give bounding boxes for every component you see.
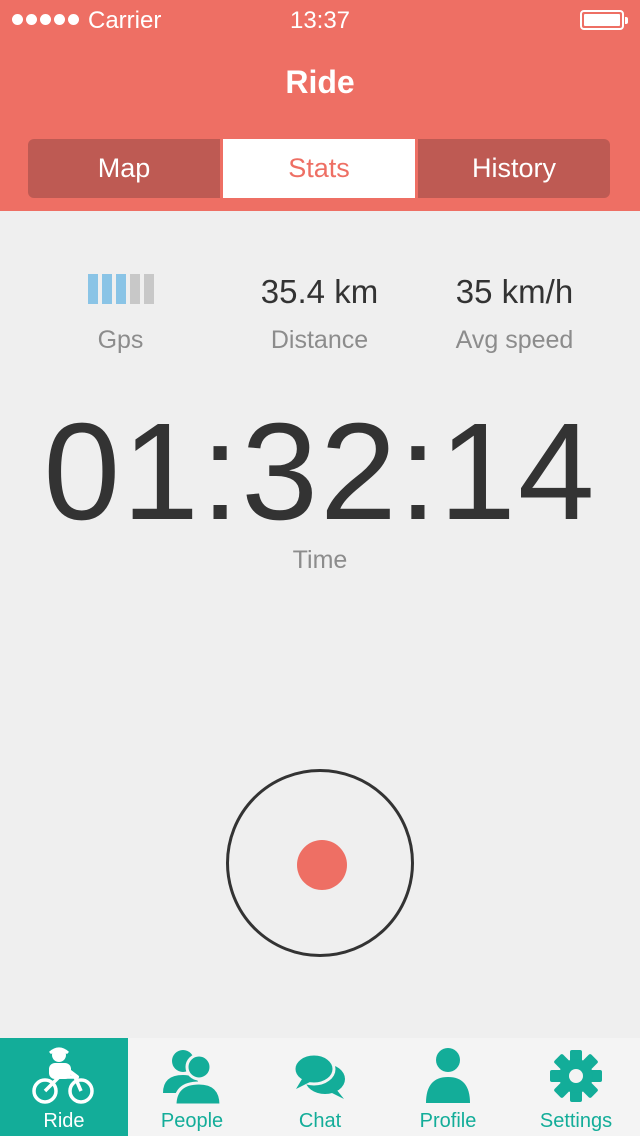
tab-settings[interactable]: Settings bbox=[512, 1038, 640, 1136]
view-segmented-control: Map Stats History bbox=[28, 139, 610, 198]
tab-profile-label: Profile bbox=[419, 1110, 477, 1132]
timer-label: Time bbox=[292, 546, 348, 574]
chat-icon bbox=[292, 1046, 348, 1106]
gear-icon bbox=[549, 1046, 603, 1106]
speed-stat: 35 km/h Avg speed bbox=[408, 268, 621, 355]
people-icon bbox=[161, 1046, 223, 1106]
header: Carrier 13:37 Ride Map Stats History bbox=[0, 0, 640, 211]
cyclist-icon bbox=[31, 1046, 97, 1106]
page-title: Ride bbox=[285, 64, 355, 100]
status-time: 13:37 bbox=[289, 7, 351, 34]
distance-stat: 35.4 km Distance bbox=[213, 268, 426, 355]
profile-icon bbox=[424, 1046, 472, 1106]
tab-settings-label: Settings bbox=[539, 1110, 613, 1132]
tab-chat[interactable]: Chat bbox=[256, 1038, 384, 1136]
ride-timer: 01:32:14 bbox=[43, 395, 597, 549]
segment-stats[interactable]: Stats bbox=[220, 139, 415, 198]
status-bar: Carrier 13:37 bbox=[0, 0, 640, 40]
record-button[interactable] bbox=[226, 769, 414, 957]
record-icon bbox=[297, 840, 347, 890]
tab-people-label: People bbox=[160, 1110, 224, 1132]
tab-ride[interactable]: Ride bbox=[0, 1038, 128, 1136]
tab-profile[interactable]: Profile bbox=[384, 1038, 512, 1136]
distance-value: 35.4 km bbox=[260, 273, 379, 310]
distance-label: Distance bbox=[270, 326, 369, 354]
tab-bar: Ride People Chat Profile Settings bbox=[0, 1038, 640, 1136]
avg-speed-value: 35 km/h bbox=[455, 273, 574, 310]
segment-history[interactable]: History bbox=[415, 139, 610, 198]
segment-map[interactable]: Map bbox=[28, 139, 220, 198]
gps-signal-indicator bbox=[14, 268, 227, 316]
tab-ride-label: Ride bbox=[43, 1110, 85, 1132]
avg-speed-label: Avg speed bbox=[455, 326, 574, 354]
tab-people[interactable]: People bbox=[128, 1038, 256, 1136]
stats-row: Gps 35.4 km Distance 35 km/h Avg speed bbox=[0, 268, 640, 358]
battery-icon bbox=[580, 10, 628, 30]
gps-stat: Gps bbox=[14, 268, 227, 355]
gps-label: Gps bbox=[97, 326, 144, 354]
tab-chat-label: Chat bbox=[298, 1110, 342, 1132]
